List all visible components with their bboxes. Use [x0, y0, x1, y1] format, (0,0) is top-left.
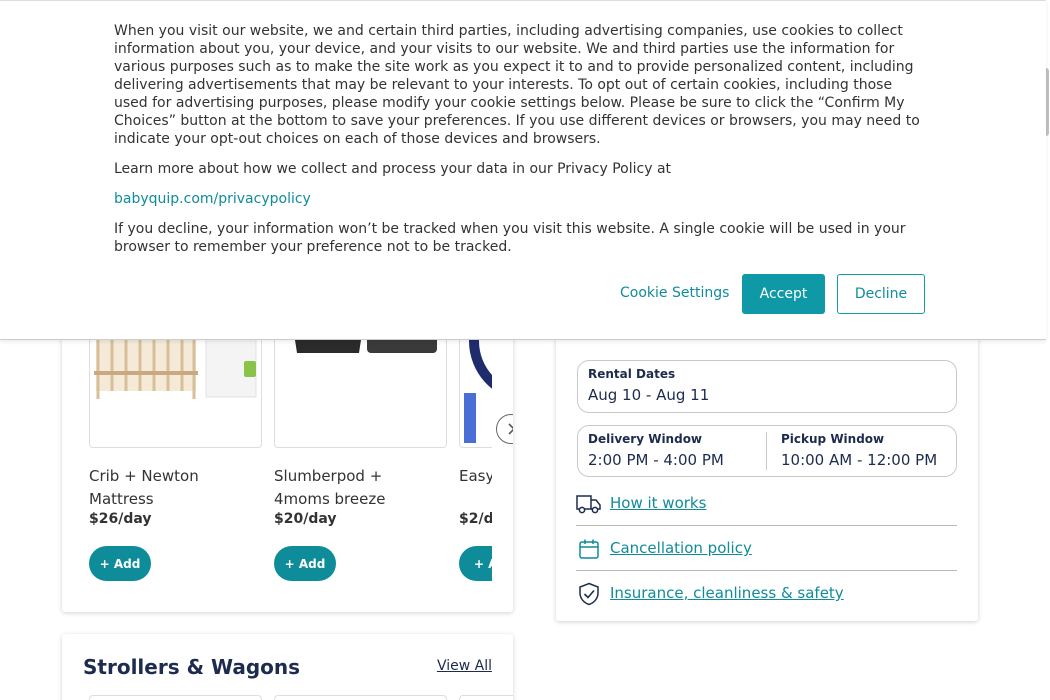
section-title: Strollers & Wagons — [83, 655, 301, 679]
cancellation-policy-row[interactable]: Cancellation policy — [576, 526, 957, 571]
product-image-stub[interactable] — [274, 695, 447, 700]
pickup-window-label: Pickup Window — [781, 432, 885, 446]
delivery-pickup-field[interactable]: Delivery Window 2:00 PM - 4:00 PM Pickup… — [577, 425, 957, 477]
calendar-icon — [576, 536, 602, 562]
view-all-link[interactable]: View All — [437, 658, 492, 674]
delivery-window-label: Delivery Window — [588, 432, 703, 446]
strollers-wagons-section: Strollers & Wagons View All — [62, 634, 513, 700]
product-price: $26/day — [89, 511, 152, 527]
add-slumberpod-button[interactable]: + Add — [274, 546, 336, 581]
add-crib-button[interactable]: + Add — [89, 546, 151, 581]
product-name[interactable]: Easy Desk — [459, 465, 492, 488]
rental-dates-field[interactable]: Rental Dates Aug 10 - Aug 11 — [577, 360, 957, 413]
cancellation-policy-link[interactable]: Cancellation policy — [610, 539, 752, 557]
how-it-works-link[interactable]: How it works — [610, 494, 706, 512]
cookie-notice-text: When you visit our website, we and certa… — [114, 22, 929, 268]
decline-button[interactable]: Decline — [837, 274, 925, 314]
cookie-paragraph-1: When you visit our website, we and certa… — [114, 23, 920, 147]
add-desk-button[interactable]: + Ad — [459, 546, 492, 581]
truck-icon — [576, 491, 602, 517]
carousel-next-button[interactable] — [496, 414, 513, 444]
product-price: $20/day — [274, 511, 337, 527]
product-price: $2/da — [459, 511, 492, 527]
cookie-settings-button[interactable]: Cookie Settings — [620, 285, 729, 301]
chevron-right-icon — [508, 423, 513, 435]
insurance-safety-row[interactable]: Insurance, cleanliness & safety — [576, 571, 957, 616]
product-name[interactable]: Crib + Newton Mattress — [89, 465, 249, 511]
how-it-works-row[interactable]: How it works — [576, 481, 957, 526]
cookie-paragraph-3: If you decline, your information won’t b… — [114, 221, 906, 255]
rental-dates-value: Aug 10 - Aug 11 — [588, 386, 710, 404]
cookie-actions: Cookie Settings Accept Decline — [0, 274, 1046, 314]
accept-button[interactable]: Accept — [742, 274, 825, 314]
product-image-stub[interactable] — [459, 695, 513, 700]
privacy-policy-link[interactable]: babyquip.com/privacypolicy — [114, 191, 311, 207]
field-divider — [766, 432, 767, 470]
delivery-window-value[interactable]: 2:00 PM - 4:00 PM — [588, 451, 724, 469]
pickup-window-value[interactable]: 10:00 AM - 12:00 PM — [781, 451, 937, 469]
booking-details-card: Rental Dates Aug 10 - Aug 11 Delivery Wi… — [556, 300, 978, 621]
rental-dates-label: Rental Dates — [588, 367, 676, 381]
insurance-safety-link[interactable]: Insurance, cleanliness & safety — [610, 584, 844, 602]
product-image-stub[interactable] — [89, 695, 262, 700]
product-name[interactable]: Slumberpod + 4moms breeze — [274, 465, 434, 511]
cookie-paragraph-2: Learn more about how we collect and proc… — [114, 161, 672, 177]
shield-check-icon — [576, 581, 602, 607]
cookie-consent-banner: When you visit our website, we and certa… — [0, 0, 1046, 340]
